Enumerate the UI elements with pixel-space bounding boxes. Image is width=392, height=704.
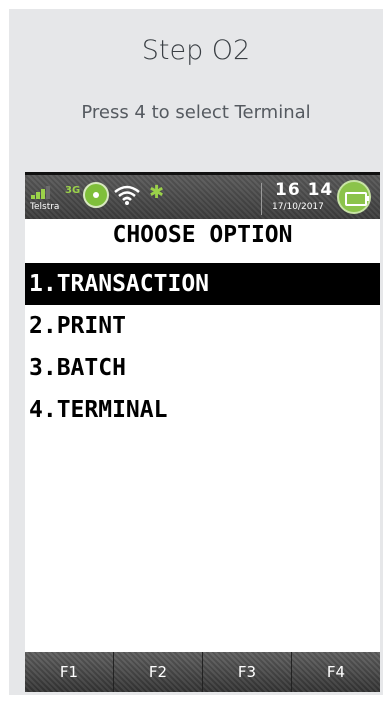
screen-title: CHOOSE OPTION [112, 222, 293, 248]
signal-icon [31, 185, 61, 199]
f3-key[interactable]: F3 [202, 652, 291, 692]
step-instruction: Press 4 to select Terminal [81, 102, 311, 123]
clock-time: 16 14 [275, 180, 334, 200]
status-divider [261, 183, 262, 215]
clock-date: 17/10/2017 [272, 202, 324, 212]
globe-icon [83, 182, 109, 208]
f1-key[interactable]: F1 [25, 652, 113, 692]
battery-icon [337, 180, 371, 214]
network-type: 3G [65, 185, 81, 196]
carrier-name: Telstra [30, 202, 60, 212]
f4-key[interactable]: F4 [291, 652, 380, 692]
menu-item-terminal[interactable]: 4.TERMINAL [25, 389, 380, 431]
function-key-bar: F1 F2 F3 F4 [25, 652, 380, 692]
step-title: Step O2 [141, 35, 251, 66]
terminal-screen: 3G Telstra ✱ 16 14 17/10/2017 CHOOSE OPT… [25, 172, 380, 692]
option-menu: 1.TRANSACTION 2.PRINT 3.BATCH 4.TERMINAL [25, 263, 380, 431]
wifi-icon [114, 185, 140, 205]
f2-key[interactable]: F2 [113, 652, 202, 692]
menu-item-print[interactable]: 2.PRINT [25, 305, 380, 347]
bluetooth-icon: ✱ [149, 182, 165, 203]
menu-item-batch[interactable]: 3.BATCH [25, 347, 380, 389]
menu-item-transaction[interactable]: 1.TRANSACTION [25, 263, 380, 305]
status-bar: 3G Telstra ✱ 16 14 17/10/2017 [25, 172, 380, 219]
